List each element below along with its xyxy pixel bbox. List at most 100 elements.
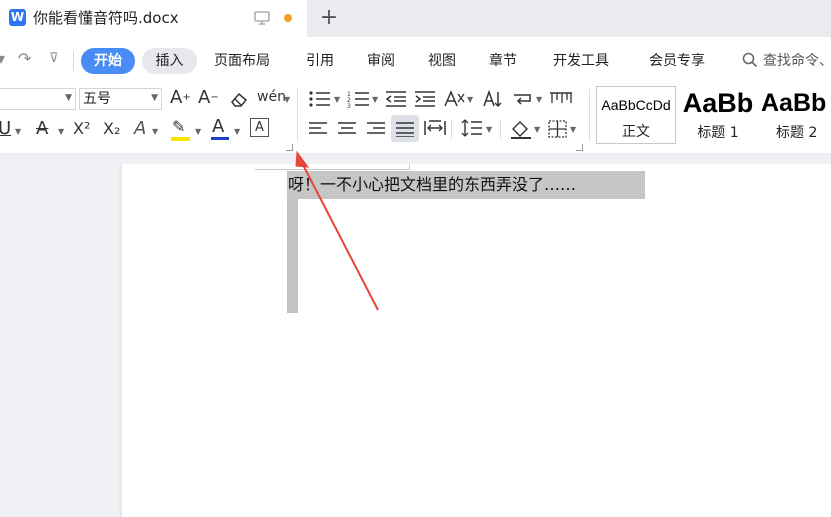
- font-size-value: 五号: [83, 91, 111, 107]
- align-left-icon[interactable]: [308, 121, 328, 137]
- tab-member[interactable]: 会员专享: [649, 51, 705, 71]
- sort-icon[interactable]: [482, 89, 502, 109]
- document-page[interactable]: 呀！一不小心把文档里的东西弄没了……: [122, 164, 831, 517]
- strikethrough-button[interactable]: A: [36, 118, 48, 140]
- minus-icon: −: [210, 92, 219, 103]
- justify-button[interactable]: [391, 115, 419, 142]
- tab-view[interactable]: 视图: [428, 51, 456, 71]
- chevron-down-icon: ▼: [65, 93, 72, 103]
- unsaved-indicator-dot: [284, 14, 292, 22]
- ribbon-divider: [589, 89, 590, 141]
- shrink-font-button[interactable]: A−: [198, 87, 219, 109]
- chevron-down-icon[interactable]: ▼: [570, 125, 576, 135]
- font-size-select[interactable]: 五号 ▼: [79, 88, 162, 110]
- chevron-down-icon[interactable]: ▼: [58, 127, 64, 137]
- undo-icon[interactable]: ▾: [0, 49, 5, 69]
- underline-button[interactable]: U: [0, 118, 11, 140]
- paragraph-dialog-launcher-icon[interactable]: [576, 144, 583, 151]
- highlight-button[interactable]: ✎: [172, 116, 185, 138]
- doc-icon-letter: W: [10, 10, 25, 24]
- decrease-indent-icon[interactable]: [385, 90, 407, 108]
- svg-text:3: 3: [347, 103, 351, 108]
- chevron-down-icon[interactable]: ▼: [234, 127, 240, 137]
- tab-start[interactable]: 开始: [81, 48, 135, 74]
- menu-bar: ▾ ↷ ⊽ 开始 插入 页面布局 引用 审阅 视图 章节 开发工具 会员专享 查…: [0, 37, 831, 83]
- bullet-list-icon[interactable]: [308, 90, 332, 108]
- line-spacing-icon[interactable]: [461, 119, 483, 137]
- text-effect-button[interactable]: A: [134, 118, 146, 140]
- subscript-button[interactable]: X₂: [103, 118, 120, 140]
- style-normal-preview: AaBbCcDd: [601, 97, 671, 113]
- document-tab-title: 你能看懂音符吗.docx: [33, 9, 179, 27]
- margin-guide-vertical: [409, 164, 410, 170]
- writer-doc-icon: W: [9, 9, 26, 26]
- eraser-icon[interactable]: [229, 90, 249, 108]
- tab-insert[interactable]: 插入: [142, 48, 197, 74]
- style-heading-1[interactable]: AaBb 标题 1: [678, 86, 758, 144]
- font-dialog-launcher-icon[interactable]: [286, 144, 293, 151]
- plus-icon: +: [182, 92, 191, 103]
- chevron-down-icon[interactable]: ▼: [152, 127, 158, 137]
- tab-references[interactable]: 引用: [306, 51, 334, 71]
- borders-icon[interactable]: [548, 120, 567, 138]
- distributed-align-icon[interactable]: [424, 119, 446, 137]
- shrink-font-glyph: A: [198, 87, 211, 108]
- align-center-icon[interactable]: [337, 121, 357, 137]
- command-search-input[interactable]: 查找命令、: [763, 51, 831, 71]
- style-gallery: AaBbCcDd 正文 AaBb 标题 1 AaBb 标题 2: [596, 86, 831, 144]
- ribbon-divider: [297, 89, 298, 141]
- document-tab[interactable]: W 你能看懂音符吗.docx: [0, 0, 307, 37]
- increase-indent-icon[interactable]: [414, 90, 436, 108]
- chevron-down-icon[interactable]: ▼: [534, 125, 540, 135]
- title-bar: W 你能看懂音符吗.docx +: [0, 0, 831, 37]
- tab-developer-tools[interactable]: 开发工具: [553, 51, 609, 71]
- shading-icon[interactable]: [510, 119, 532, 139]
- monitor-icon[interactable]: [254, 11, 270, 25]
- ribbon-divider: [451, 119, 452, 139]
- margin-guide-horizontal: [255, 169, 409, 170]
- justify-icon: [396, 122, 414, 137]
- chevron-down-icon[interactable]: ▼: [467, 95, 473, 105]
- style-heading-1-preview: AaBb: [682, 88, 754, 118]
- redo-icon[interactable]: ↷: [18, 49, 31, 69]
- font-name-select[interactable]: ▼: [0, 88, 76, 110]
- paragraph-mark-icon[interactable]: [512, 90, 534, 108]
- chevron-down-icon[interactable]: ▼: [284, 95, 290, 105]
- chevron-down-icon: ▼: [151, 93, 158, 103]
- style-heading-2[interactable]: AaBb 标题 2: [758, 86, 831, 144]
- highlight-color-swatch: [171, 137, 190, 141]
- superscript-button[interactable]: X²: [73, 118, 90, 140]
- style-heading-2-preview: AaBb: [761, 89, 827, 117]
- chevron-down-icon[interactable]: ▼: [195, 127, 201, 137]
- tab-section[interactable]: 章节: [489, 51, 517, 71]
- numbered-list-icon[interactable]: 1 2 3: [347, 90, 371, 108]
- style-normal-name: 正文: [622, 124, 650, 140]
- tab-review[interactable]: 审阅: [367, 51, 395, 71]
- chevron-down-icon[interactable]: ▼: [372, 95, 378, 105]
- chinese-layout-icon[interactable]: [443, 90, 465, 108]
- chevron-down-icon[interactable]: ▼: [486, 125, 492, 135]
- ribbon-divider: [500, 119, 501, 139]
- style-heading-1-name: 标题 1: [697, 125, 739, 141]
- new-tab-button[interactable]: +: [318, 7, 340, 29]
- align-right-icon[interactable]: [366, 121, 386, 137]
- grow-font-button[interactable]: A+: [170, 87, 191, 109]
- document-canvas: 呀！一不小心把文档里的东西弄没了……: [0, 157, 831, 517]
- ruler-icon[interactable]: [549, 90, 573, 106]
- menu-divider: [73, 51, 74, 71]
- search-icon[interactable]: [742, 52, 758, 68]
- style-heading-2-name: 标题 2: [776, 125, 818, 141]
- character-border-button[interactable]: A: [250, 118, 269, 137]
- ribbon-toolbar: ▼ 五号 ▼ A+ A− wén ▼ U ▼ A ▼ X² X₂ A ▼ ✎ ▼…: [0, 83, 831, 153]
- chevron-down-icon[interactable]: ▼: [334, 95, 340, 105]
- font-color-button[interactable]: A: [212, 116, 224, 138]
- chevron-down-icon[interactable]: ▼: [536, 95, 542, 105]
- tab-page-layout[interactable]: 页面布局: [214, 51, 270, 71]
- style-normal[interactable]: AaBbCcDd 正文: [596, 86, 676, 144]
- chevron-down-icon[interactable]: ▼: [15, 127, 21, 137]
- document-body-text[interactable]: 呀！一不小心把文档里的东西弄没了……: [288, 174, 576, 196]
- customize-quick-access-icon[interactable]: ⊽: [49, 49, 59, 69]
- font-color-swatch: [211, 137, 229, 140]
- grow-font-glyph: A: [170, 87, 183, 108]
- phonetic-guide-button[interactable]: wén: [257, 86, 286, 108]
